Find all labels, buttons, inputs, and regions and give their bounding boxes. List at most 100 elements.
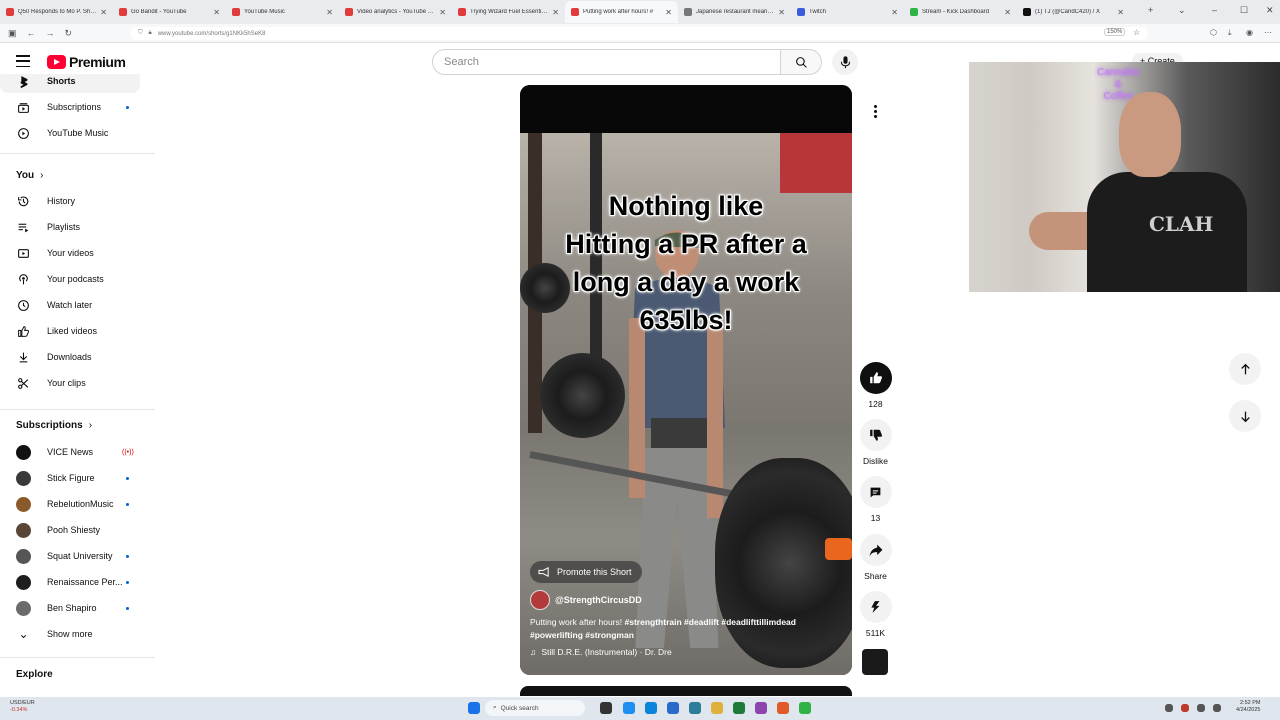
sidebar-item[interactable]: ⌄ Show more [0,622,155,646]
sidebar-item[interactable]: Renaissance Per... [0,570,155,594]
promote-short-button[interactable]: Promote this Short [530,561,642,583]
sidebar-item[interactable]: Playlists [0,215,155,239]
sidebar-item[interactable]: Pooh Shiesty [0,518,155,542]
sidebar-item[interactable]: VICE News ((•)) [0,440,155,464]
tab-list-button[interactable]: ⌄ [1178,5,1186,16]
remix-action[interactable]: 511K [857,591,894,638]
forward-icon[interactable]: → [46,28,55,39]
sidebar-item[interactable]: Liked videos [0,319,155,343]
edge-icon[interactable] [645,702,657,714]
sound-thumbnail[interactable] [862,649,888,675]
sidebar-item[interactable]: Downloads [0,345,155,369]
sidebar-item[interactable]: History [0,189,155,213]
like-button[interactable] [859,362,892,394]
browser-tab[interactable]: Go Bandit - YouTube ✕ [113,1,226,23]
kick-icon[interactable] [799,702,811,714]
url-field[interactable]: ⛉ 🔒︎ www.youtube.com/shorts/g1NKk5hSeK8 [130,27,1148,40]
browser-tab[interactable]: Twitch ✕ [791,1,904,23]
tab-close-icon[interactable]: ✕ [1004,8,1011,17]
zoom-level[interactable]: 150% [1104,28,1126,36]
task-view-icon[interactable] [600,702,612,714]
copilot-icon[interactable] [623,702,635,714]
sidebar-item[interactable]: Ben Shapiro [0,596,155,620]
sidebar-item[interactable]: Squat University [0,544,155,568]
next-short-button[interactable] [1229,400,1261,432]
store-icon[interactable] [689,702,701,714]
download-icon[interactable]: ⤓ [1228,28,1232,38]
profile-icon[interactable]: ◉ [1246,28,1253,37]
dislike-action[interactable]: Dislike [857,419,894,466]
sidebar-item[interactable]: YouTube Music [0,121,155,145]
sidebar-item[interactable]: Shorts [0,74,140,93]
channel-link[interactable]: @StrengthCircusDD [530,590,642,610]
short-description[interactable]: Putting work after hours! #strengthtrain… [530,616,830,641]
search-input[interactable]: Search [432,49,781,75]
back-icon[interactable]: ← [27,28,36,39]
sidebar-toggle-icon[interactable]: ▣ [8,28,17,39]
browser-tab[interactable]: Putting work after hours! # ✕ [565,1,678,23]
tab-close-icon[interactable]: ✕ [439,8,446,17]
tab-close-icon[interactable]: ✕ [552,8,559,17]
system-clock[interactable]: 2:52 PM 4/24/2025 [1236,700,1260,714]
share-action[interactable]: Share [857,534,894,581]
youtube-premium-logo[interactable]: Premium [47,54,126,70]
sidebar-item[interactable]: Your clips [0,371,155,395]
sidebar-item[interactable]: Subscriptions [0,95,155,119]
browser-tab[interactable]: Trying Wizard Fuel Essential in ✕ [452,1,565,23]
sidebar-item[interactable]: Your videos [0,241,155,265]
volume-icon[interactable] [1213,704,1221,712]
tab-close-icon[interactable]: ✕ [1117,8,1124,17]
tab-close-icon[interactable]: ✕ [213,8,220,17]
file-explorer-icon[interactable] [711,702,723,714]
discord-icon[interactable] [755,702,767,714]
favorite-star-icon[interactable]: ☆ [1133,28,1140,37]
search-button[interactable] [781,49,822,75]
excel-icon[interactable] [733,702,745,714]
outlook-icon[interactable] [667,702,679,714]
browser-tab[interactable]: Q50 Responds to Mo P. Shooting✕ [0,1,113,23]
subscriptions-section-heading[interactable]: Subscriptions › [16,420,92,431]
you-section-heading[interactable]: You › [16,170,44,181]
dislike-button[interactable] [859,419,892,451]
sidebar-item[interactable]: Watch later [0,293,155,317]
sidebar-item[interactable]: Stick Figure [0,466,155,490]
short-video-player[interactable]: Nothing like Hitting a PR after a long a… [520,85,852,675]
wifi-icon[interactable] [1197,704,1205,712]
sidebar-item[interactable]: RebelutionMusic [0,492,155,516]
remix-button[interactable] [859,591,892,623]
voice-search-button[interactable] [832,49,858,75]
previous-short-button[interactable] [1229,353,1261,385]
next-short-preview[interactable] [520,686,852,696]
new-tab-button[interactable]: + [1148,5,1153,15]
menu-dots-icon[interactable]: ⋯ [1264,28,1272,37]
like-action[interactable]: 128 [857,362,894,409]
browser-tab[interactable]: Video analytics - YouTube Studio ✕ [339,1,452,23]
maximize-button[interactable]: ☐ [1240,5,1248,16]
tab-close-icon[interactable]: ✕ [665,8,672,17]
firefox-icon[interactable] [777,702,789,714]
tab-close-icon[interactable]: ✕ [778,8,785,17]
ticker-widget[interactable]: USD/EUR -0.34% [10,700,35,714]
browser-tab[interactable]: (1) TJ (@CandC420) / X ✕ [1017,1,1130,23]
hamburger-menu-icon[interactable] [16,55,30,67]
music-link[interactable]: ♫ Still D.R.E. (Instrumental) · Dr. Dre [530,647,672,657]
reload-icon[interactable]: ↻ [65,28,73,39]
tab-close-icon[interactable]: ✕ [891,8,898,17]
tab-close-icon[interactable]: ✕ [326,8,333,17]
browser-tab[interactable]: Japanese restaurant meaning ✕ [678,1,791,23]
tray-app-icon[interactable] [1181,704,1189,712]
windows-start-icon[interactable] [468,702,480,714]
close-window-button[interactable]: ✕ [1266,5,1274,16]
minimize-button[interactable]: – [1212,5,1217,15]
comments-action[interactable]: 13 [857,476,894,523]
extensions-icon[interactable]: ⬡ [1210,28,1217,37]
comments-button[interactable] [859,476,892,508]
browser-tab[interactable]: YouTube Music ✕ [226,1,339,23]
tab-close-icon[interactable]: ✕ [100,8,107,17]
sidebar-item[interactable]: Your podcasts [0,267,155,291]
share-button[interactable] [859,534,892,566]
tray-chevron-icon[interactable] [1165,704,1173,712]
browser-tab[interactable]: Stream - Kick Dashboard ✕ [904,1,1017,23]
more-options-icon[interactable] [866,102,884,120]
taskbar-search-input[interactable]: ⌕ Quick search [485,700,585,716]
